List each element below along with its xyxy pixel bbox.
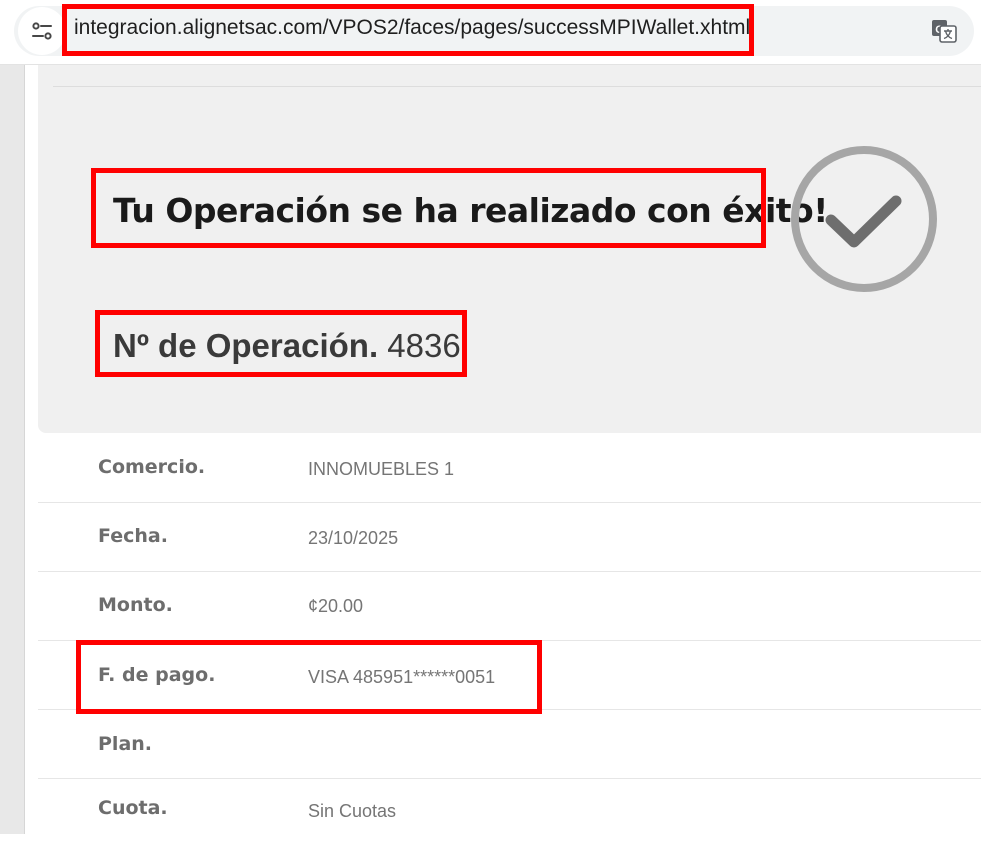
success-message: Tu Operación se ha realizado con éxito!	[113, 191, 828, 230]
detail-row-plan: Plan.	[38, 710, 981, 779]
detail-row-amount: Monto. ¢20.00	[38, 572, 981, 641]
payment-method-value: VISA 485951******0051	[308, 667, 496, 687]
tune-icon	[32, 22, 52, 40]
google-translate-icon[interactable]: G	[930, 17, 958, 45]
date-value: 23/10/2025	[308, 528, 399, 548]
site-info-button[interactable]	[18, 7, 66, 55]
installments-value: Sin Cuotas	[308, 801, 397, 821]
commerce-value: INNOMUEBLES 1	[308, 459, 455, 479]
operation-number-line: Nº de Operación. 4836	[113, 327, 461, 365]
amount-value: ¢20.00	[308, 596, 364, 616]
payment-method-label: F. de pago.	[98, 664, 216, 686]
detail-row-commerce: Comercio. INNOMUEBLES 1	[38, 434, 981, 503]
operation-number-label: Nº de Operación.	[113, 327, 379, 364]
amount-label: Monto.	[98, 594, 173, 616]
check-circle-icon	[791, 146, 937, 292]
detail-row-date: Fecha. 23/10/2025	[38, 503, 981, 572]
detail-row-installments: Cuota. Sin Cuotas	[38, 779, 981, 848]
left-gutter	[0, 65, 24, 834]
browser-toolbar: integracion.alignetsac.com/VPOS2/faces/p…	[0, 0, 981, 65]
detail-row-payment-method: F. de pago. VISA 485951******0051	[38, 641, 981, 710]
panel-divider	[53, 86, 981, 87]
date-label: Fecha.	[98, 525, 168, 547]
gutter-divider	[24, 65, 25, 834]
installments-label: Cuota.	[98, 797, 168, 819]
plan-label: Plan.	[98, 733, 153, 755]
url-text[interactable]: integracion.alignetsac.com/VPOS2/faces/p…	[74, 16, 750, 40]
commerce-label: Comercio.	[98, 456, 206, 478]
operation-number-value: 4836	[387, 327, 461, 364]
